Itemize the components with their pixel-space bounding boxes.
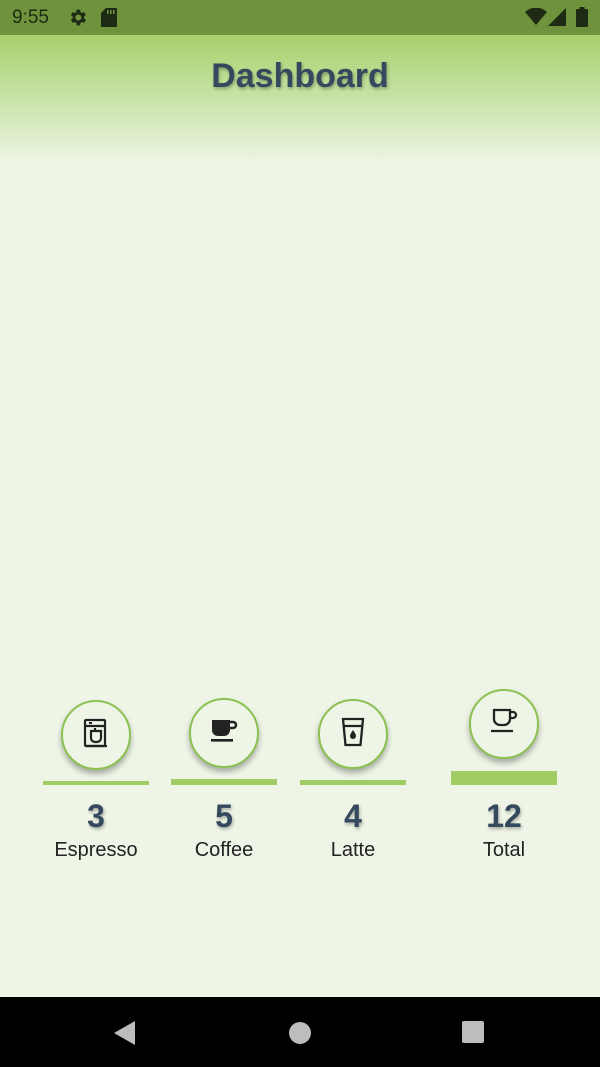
total-button[interactable] bbox=[469, 689, 539, 759]
recents-button[interactable] bbox=[462, 1021, 484, 1048]
wifi-icon bbox=[525, 7, 547, 31]
latte-count: 4 bbox=[344, 798, 362, 834]
coffee-progress-bar bbox=[171, 779, 277, 785]
espresso-count: 3 bbox=[87, 798, 105, 834]
stat-coffee[interactable]: 5 Coffee bbox=[171, 698, 277, 870]
mug-icon bbox=[488, 707, 520, 742]
status-time: 9:55 bbox=[12, 7, 49, 28]
espresso-label: Espresso bbox=[54, 839, 138, 861]
coffee-button[interactable] bbox=[189, 698, 259, 768]
coffee-label: Coffee bbox=[194, 839, 254, 861]
stat-total[interactable]: 12 Total bbox=[451, 689, 557, 870]
total-label: Total bbox=[482, 839, 526, 861]
latte-glass-icon bbox=[340, 717, 366, 752]
gear-icon bbox=[67, 7, 88, 33]
latte-progress-bar bbox=[300, 780, 406, 785]
page-title: Dashboard bbox=[211, 57, 389, 95]
coffee-cup-icon bbox=[209, 717, 239, 750]
signal-icon bbox=[548, 8, 567, 31]
total-count: 12 bbox=[486, 798, 522, 834]
back-button[interactable] bbox=[113, 1020, 137, 1051]
back-triangle-icon bbox=[114, 1021, 135, 1045]
battery-icon bbox=[576, 7, 588, 32]
espresso-machine-icon bbox=[83, 718, 109, 753]
espresso-button[interactable] bbox=[61, 700, 131, 770]
latte-label: Latte bbox=[330, 839, 376, 861]
status-bar: 9:55 bbox=[0, 0, 600, 35]
header: Dashboard bbox=[0, 35, 600, 165]
sd-card-icon bbox=[100, 7, 118, 33]
home-circle-icon bbox=[289, 1022, 311, 1044]
stat-espresso[interactable]: 3 Espresso bbox=[43, 700, 149, 870]
navigation-bar bbox=[0, 997, 600, 1067]
total-progress-bar bbox=[451, 771, 557, 785]
home-button[interactable] bbox=[288, 1021, 312, 1050]
espresso-progress-bar bbox=[43, 781, 149, 785]
recents-square-icon bbox=[462, 1021, 484, 1043]
coffee-count: 5 bbox=[215, 798, 233, 834]
stat-latte[interactable]: 4 Latte bbox=[300, 699, 406, 870]
latte-button[interactable] bbox=[318, 699, 388, 769]
